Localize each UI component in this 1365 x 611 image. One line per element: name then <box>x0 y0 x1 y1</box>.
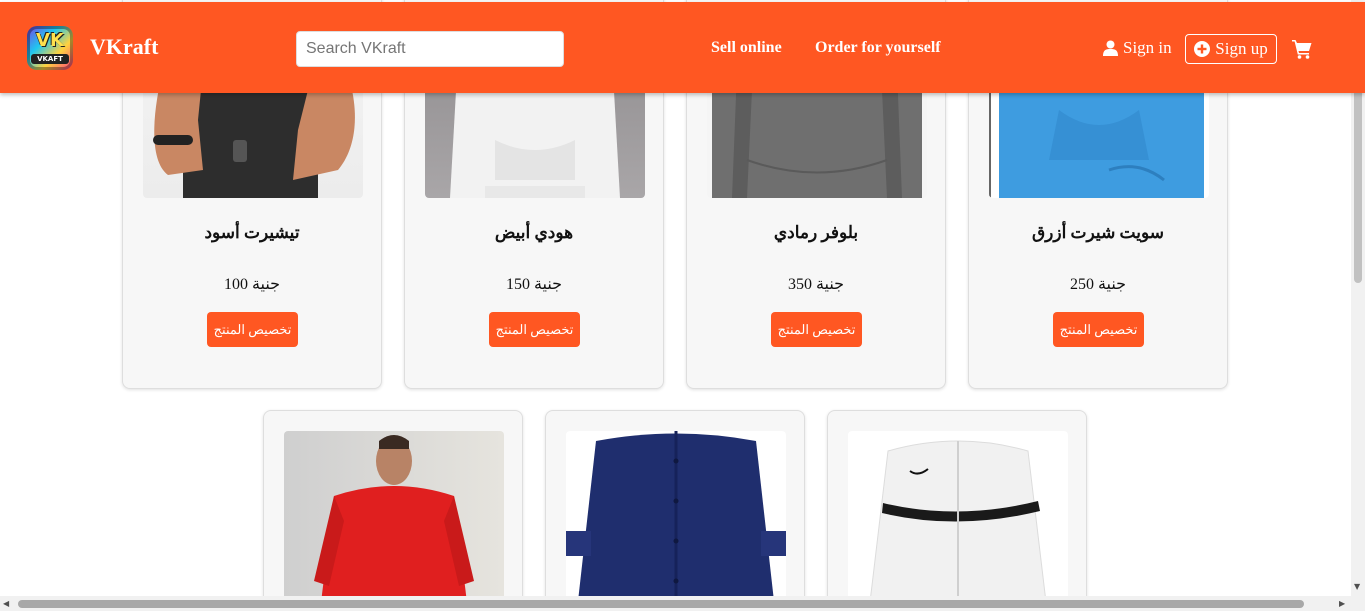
scroll-right-arrow-icon[interactable]: ▶ <box>1339 599 1345 608</box>
product-name: بلوفر رمادي <box>773 223 859 242</box>
product-name: تيشيرت أسود <box>204 223 300 242</box>
product-name: هودي أبيض <box>494 223 574 242</box>
product-image-white-track-jacket[interactable] <box>848 431 1068 609</box>
horizontal-scroll-thumb[interactable] <box>18 600 1304 608</box>
vertical-scroll-thumb[interactable] <box>1354 83 1362 283</box>
product-card <box>263 410 523 610</box>
logo-text: VK <box>36 30 64 51</box>
horizontal-scrollbar[interactable]: ◀ ▶ <box>0 596 1365 611</box>
top-navbar: VK VKAFT VKraft Sell online Order for yo… <box>0 2 1365 93</box>
scroll-left-arrow-icon[interactable]: ◀ <box>3 599 9 608</box>
sell-online-link[interactable]: Sell online <box>711 39 782 57</box>
customize-product-button[interactable]: تخصيص المنتج <box>771 312 862 347</box>
product-price: جنية 350 <box>787 276 845 293</box>
brand-name[interactable]: VKraft <box>90 34 158 60</box>
search-input[interactable] <box>296 31 564 67</box>
logo-subtext: VKAFT <box>31 54 69 64</box>
sign-up-button[interactable]: Sign up <box>1185 34 1277 64</box>
product-image-navy-shirt[interactable] <box>566 431 786 609</box>
product-card <box>545 410 805 610</box>
plus-circle-icon <box>1194 41 1211 57</box>
product-name: سويت شيرت أزرق <box>1031 223 1165 242</box>
product-price: جنية 100 <box>223 276 281 293</box>
product-price: جنية 150 <box>505 276 563 293</box>
vkraft-logo[interactable]: VK VKAFT <box>27 26 73 70</box>
product-card <box>827 410 1087 610</box>
product-image-red-sweater[interactable] <box>284 431 504 609</box>
product-price: جنية 250 <box>1069 276 1127 293</box>
sign-in-label: Sign in <box>1123 38 1172 57</box>
sign-in-link[interactable]: Sign in <box>1103 38 1172 58</box>
order-for-yourself-link[interactable]: Order for yourself <box>815 39 941 57</box>
customize-product-button[interactable]: تخصيص المنتج <box>1053 312 1144 347</box>
customize-product-button[interactable]: تخصيص المنتج <box>207 312 298 347</box>
sign-up-label: Sign up <box>1215 39 1268 58</box>
scroll-down-arrow-icon[interactable]: ▼ <box>1354 582 1360 591</box>
user-icon <box>1103 40 1118 56</box>
shopping-cart-icon[interactable] <box>1292 39 1312 59</box>
customize-product-button[interactable]: تخصيص المنتج <box>489 312 580 347</box>
